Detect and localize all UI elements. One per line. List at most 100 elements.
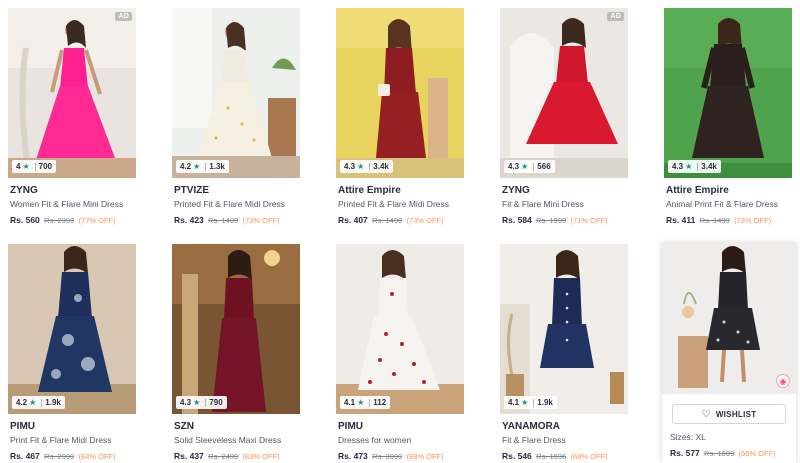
rating-badge: 4.1 ★ 1.9k (504, 396, 557, 409)
product-photo-navy-floral-dress (8, 244, 136, 414)
product-price: Rs. 584 (502, 215, 532, 225)
ad-badge: AD (115, 12, 132, 21)
rating-value: 4.3 (508, 162, 520, 171)
price-row: Rs. 560 Rs. 2399 (77% OFF) (10, 215, 134, 225)
product-title: Dresses for women (338, 435, 412, 445)
product-title: Print Fit & Flare Midi Dress (10, 435, 112, 445)
star-icon: ★ (357, 398, 365, 407)
product-photo-maroon-printed-dress (336, 8, 464, 178)
rating-count: 1.9k (537, 398, 553, 407)
product-image[interactable]: 4.3 ★ 3.4k (664, 8, 792, 178)
product-card[interactable]: 4.3 ★ 790 SZN Solid Sleeveless Maxi Dres… (172, 244, 300, 461)
product-mrp: Rs. 2399 (44, 216, 75, 225)
product-brand: Attire Empire (666, 185, 729, 196)
product-price: Rs. 473 (338, 451, 368, 461)
rating-count: 1.3k (209, 162, 225, 171)
product-photo-white-dotted-dress (336, 244, 464, 414)
product-image[interactable]: 4.3 ★ 3.4k (336, 8, 464, 178)
rating-count: 566 (537, 162, 551, 171)
product-card[interactable]: 4.2 ★ 1.3k PTVIZE Printed Fit & Flare Mi… (172, 8, 300, 225)
price-row: Rs. 473 Rs. 3999 (88% OFF) (338, 451, 462, 461)
price-row: Rs. 584 Rs. 1999 (71% OFF) (502, 215, 626, 225)
product-image[interactable]: ◉ (662, 242, 796, 394)
product-card[interactable]: AD 4 ★ 700 ZYNG Women Fit & Flare Mini D… (8, 8, 136, 225)
product-price: Rs. 467 (10, 451, 40, 461)
product-image[interactable]: 4.2 ★ 1.9k (8, 244, 136, 414)
rating-badge: 4.3 ★ 3.4k (668, 160, 721, 173)
rating-divider (533, 162, 535, 171)
product-grid: AD 4 ★ 700 ZYNG Women Fit & Flare Mini D… (0, 0, 800, 463)
product-card[interactable]: 4.1 ★ 1.9k YANAMORA Fit & Flare Dress Rs… (500, 244, 628, 461)
product-title: Women Fit & Flare Mini Dress (10, 199, 124, 209)
product-discount: (68% OFF) (570, 452, 608, 461)
price-row: Rs. 546 Rs. 1696 (68% OFF) (502, 451, 626, 461)
price-row: Rs. 411 Rs. 1499 (73% OFF) (666, 215, 790, 225)
product-brand: PTVIZE (174, 185, 210, 196)
product-price: Rs. 407 (338, 215, 368, 225)
star-icon: ★ (685, 162, 693, 171)
product-discount: (73% OFF) (406, 216, 444, 225)
rating-count: 790 (209, 398, 223, 407)
available-sizes: Sizes: XL (670, 432, 706, 442)
product-discount: (83% OFF) (242, 452, 280, 461)
rating-badge: 4.2 ★ 1.3k (176, 160, 229, 173)
product-discount: (77% OFF) (78, 216, 116, 225)
product-mrp: Rs. 1699 (704, 449, 735, 458)
wishlist-button[interactable]: ♡ WISHLIST (672, 404, 786, 424)
product-photo-pink-halter-dress (8, 8, 136, 178)
rating-divider (41, 398, 43, 407)
product-price: Rs. 577 (670, 448, 700, 458)
rating-badge: 4.1 ★ 112 (340, 396, 391, 409)
product-card[interactable]: 4.3 ★ 3.4k Attire Empire Animal Print Fi… (664, 8, 792, 225)
product-mrp: Rs. 2999 (44, 452, 75, 461)
product-mrp: Rs. 2499 (208, 452, 239, 461)
star-icon: ★ (22, 162, 30, 171)
product-mrp: Rs. 3999 (372, 452, 403, 461)
product-price: Rs. 437 (174, 451, 204, 461)
rating-divider (205, 162, 207, 171)
product-photo-black-floral-dress (662, 242, 796, 394)
star-icon: ★ (521, 398, 529, 407)
product-card-hovered[interactable]: ◉ ♡ WISHLIST Sizes: XL Rs. 577 Rs. 1699 … (662, 242, 796, 463)
star-icon: ★ (193, 398, 201, 407)
rating-value: 4 (16, 162, 21, 171)
rating-badge: 4.3 ★ 566 (504, 160, 555, 173)
rating-divider (697, 162, 699, 171)
product-image[interactable]: 4.1 ★ 112 (336, 244, 464, 414)
price-row: Rs. 423 Rs. 1499 (72% OFF) (174, 215, 298, 225)
rating-badge: 4.3 ★ 3.4k (340, 160, 393, 173)
product-card[interactable]: 4.3 ★ 3.4k Attire Empire Printed Fit & F… (336, 8, 464, 225)
rating-divider (369, 398, 371, 407)
product-image[interactable]: 4.3 ★ 790 (172, 244, 300, 414)
rating-divider (533, 398, 535, 407)
product-mrp: Rs. 1499 (372, 216, 403, 225)
product-card[interactable]: AD 4.3 ★ 566 ZYNG Fit & Flare Mini Dress… (500, 8, 628, 225)
product-mrp: Rs. 1999 (536, 216, 567, 225)
product-image[interactable]: 4.1 ★ 1.9k (500, 244, 628, 414)
product-card[interactable]: 4.2 ★ 1.9k PIMU Print Fit & Flare Midi D… (8, 244, 136, 461)
rating-divider (205, 398, 207, 407)
product-photo-black-print-dress (664, 8, 792, 178)
rating-value: 4.2 (180, 162, 192, 171)
star-icon: ★ (357, 162, 365, 171)
rating-value: 4.2 (16, 398, 28, 407)
product-title: Printed Fit & Flare Midi Dress (338, 199, 449, 209)
product-card[interactable]: 4.1 ★ 112 PIMU Dresses for women Rs. 473… (336, 244, 464, 461)
product-price: Rs. 411 (666, 215, 696, 225)
product-image[interactable]: AD 4 ★ 700 (8, 8, 136, 178)
product-image[interactable]: 4.2 ★ 1.3k (172, 8, 300, 178)
product-mrp: Rs. 1499 (208, 216, 239, 225)
product-discount: (72% OFF) (242, 216, 280, 225)
rating-divider (34, 162, 36, 171)
product-title: Printed Fit & Flare Midi Dress (174, 199, 285, 209)
rating-value: 4.3 (180, 398, 192, 407)
rating-count: 700 (38, 162, 52, 171)
product-brand: Attire Empire (338, 185, 401, 196)
product-discount: (73% OFF) (734, 216, 772, 225)
product-price: Rs. 560 (10, 215, 40, 225)
camera-icon[interactable]: ◉ (776, 374, 790, 388)
product-brand: PIMU (338, 421, 363, 432)
product-image[interactable]: AD 4.3 ★ 566 (500, 8, 628, 178)
rating-badge: 4 ★ 700 (12, 160, 56, 173)
product-title: Fit & Flare Dress (502, 435, 566, 445)
